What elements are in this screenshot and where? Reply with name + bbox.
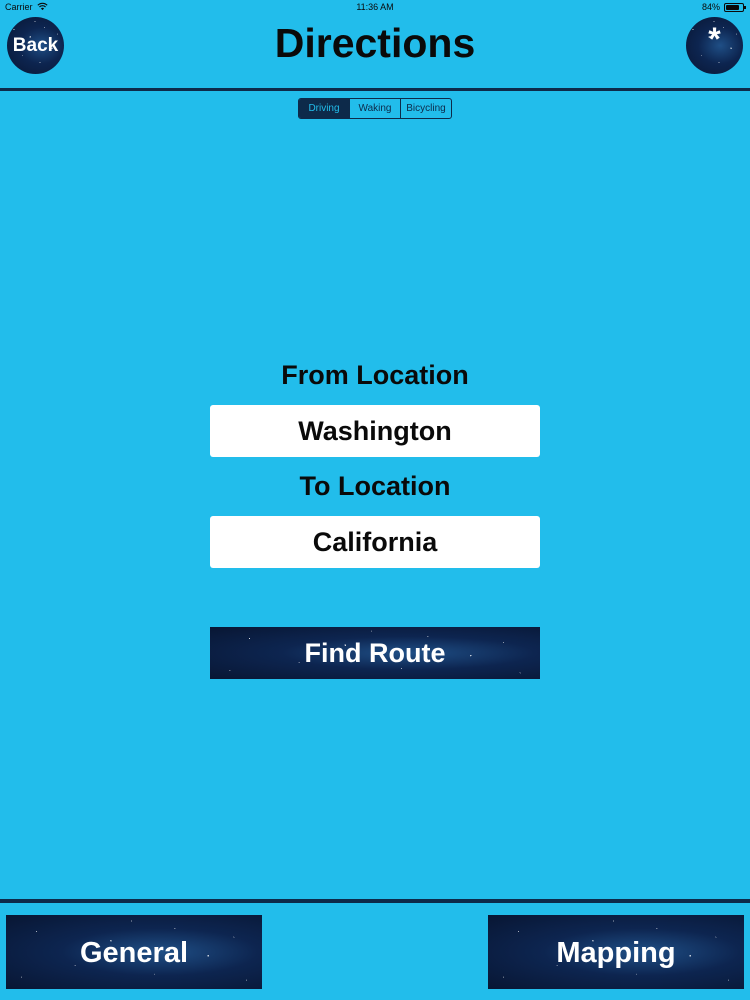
to-location-label: To Location — [299, 471, 451, 501]
status-time: 11:36 AM — [356, 2, 394, 12]
battery-fill — [726, 5, 740, 10]
battery-percent: 84% — [701, 2, 720, 12]
status-bar: Carrier 11:36 AM 84% — [0, 0, 750, 16]
battery-icon — [724, 3, 746, 12]
general-button[interactable]: General — [6, 915, 262, 989]
from-location-input[interactable] — [210, 405, 540, 457]
to-location-input[interactable] — [210, 516, 540, 568]
find-route-button[interactable]: Find Route — [210, 627, 540, 679]
page-title: Directions — [274, 20, 476, 66]
segment-walking[interactable]: Waking — [350, 99, 401, 118]
from-location-label: From Location — [281, 360, 469, 390]
header-divider — [0, 88, 750, 91]
mapping-button[interactable]: Mapping — [488, 915, 744, 989]
favorite-button[interactable]: * — [686, 17, 743, 74]
footer-divider — [0, 899, 750, 903]
segment-driving[interactable]: Driving — [299, 99, 350, 118]
travel-mode-segmented-control: Driving Waking Bicycling — [298, 98, 452, 119]
segment-bicycling[interactable]: Bicycling — [401, 99, 451, 118]
